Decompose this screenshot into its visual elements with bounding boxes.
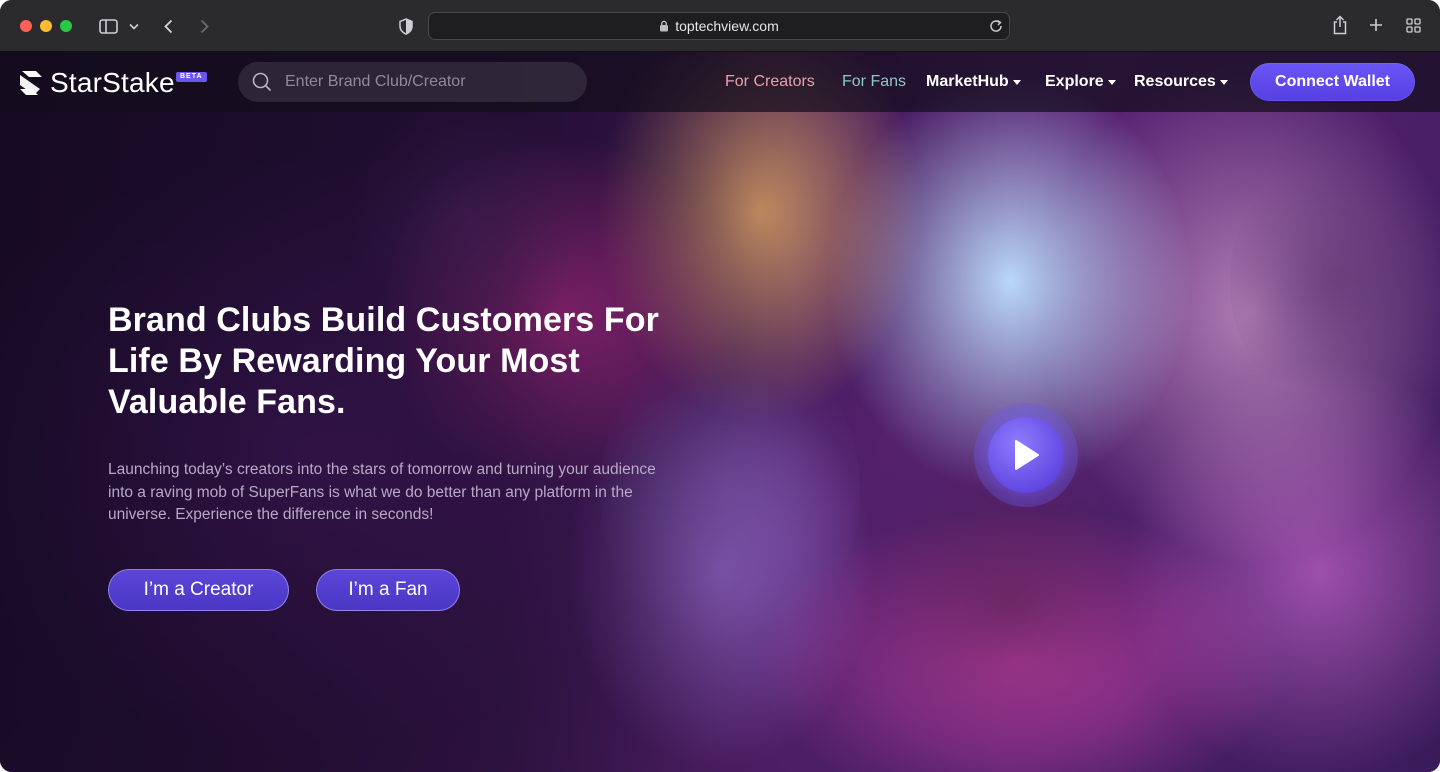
zoom-window-button[interactable] — [60, 20, 72, 32]
minimize-window-button[interactable] — [40, 20, 52, 32]
starstake-logo[interactable]: StarStake — [18, 67, 175, 98]
logo-mark-icon — [20, 71, 42, 95]
nav-markethub-label: MarketHub — [926, 73, 1009, 90]
site-navbar: StarStake BETA For Creators For Fans Mar… — [0, 52, 1440, 112]
sidebar-icon[interactable] — [98, 17, 118, 35]
grid-icon[interactable] — [1404, 16, 1422, 34]
browser-window: toptechview.com StarStake BETA Enter Bra… — [0, 0, 1440, 772]
nav-markethub[interactable]: MarketHub — [926, 72, 1021, 92]
nav-explore-label: Explore — [1045, 73, 1104, 90]
close-window-button[interactable] — [20, 20, 32, 32]
hero-subtitle: Launching today’s creators into the star… — [108, 461, 656, 523]
caret-down-icon — [1107, 80, 1116, 85]
connect-wallet-button[interactable]: Connect Wallet — [1250, 63, 1415, 101]
shield-icon[interactable] — [396, 16, 416, 36]
beta-badge: BETA — [176, 72, 207, 82]
chevron-down-icon[interactable] — [128, 20, 140, 32]
search-bar[interactable] — [238, 62, 587, 102]
nav-for-creators[interactable]: For Creators — [725, 72, 815, 92]
url-text: toptechview.com — [675, 18, 779, 34]
lock-icon — [659, 20, 669, 32]
im-a-creator-button[interactable]: I’m a Creator — [108, 569, 289, 611]
reload-icon[interactable] — [988, 18, 1004, 34]
logo-text: StarStake — [50, 67, 175, 98]
address-bar[interactable]: toptechview.com — [428, 12, 1010, 40]
caret-down-icon — [1012, 80, 1021, 85]
play-video-button[interactable] — [974, 403, 1078, 507]
nav-explore[interactable]: Explore — [1045, 72, 1116, 92]
browser-toolbar: toptechview.com — [0, 0, 1440, 52]
chevron-left-icon[interactable] — [160, 16, 176, 36]
web-page: StarStake BETA For Creators For Fans Mar… — [0, 52, 1440, 772]
nav-resources[interactable]: Resources — [1134, 72, 1228, 92]
play-button-circle — [988, 417, 1064, 493]
search-icon — [252, 72, 272, 92]
share-icon[interactable] — [1330, 14, 1350, 36]
im-a-fan-button[interactable]: I’m a Fan — [316, 569, 460, 611]
caret-down-icon — [1219, 80, 1228, 85]
hero-title: Brand Clubs Build Customers For Life By … — [108, 301, 659, 421]
search-input[interactable] — [285, 73, 555, 91]
plus-icon[interactable] — [1367, 16, 1385, 34]
nav-for-fans[interactable]: For Fans — [842, 72, 906, 92]
chevron-right-icon[interactable] — [196, 16, 212, 36]
nav-resources-label: Resources — [1134, 73, 1216, 90]
play-icon — [1015, 440, 1039, 470]
